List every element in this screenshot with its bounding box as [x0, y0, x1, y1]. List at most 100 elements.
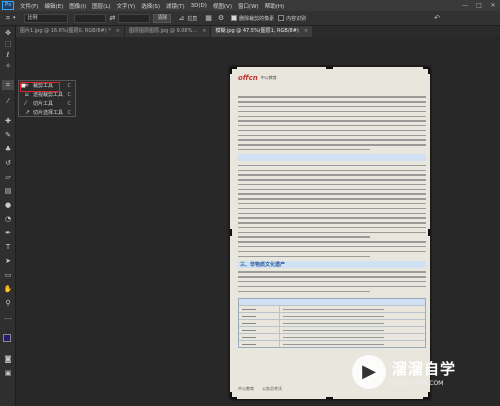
straighten-icon[interactable]: ⊿ — [178, 14, 184, 22]
watermark: ▶ 溜溜自学 ZIXUE.3066.COM — [352, 350, 500, 394]
ps-logo: Ps — [2, 1, 14, 10]
quick-mask-icon[interactable]: ◙ — [2, 354, 14, 364]
chevron-down-icon[interactable]: ▾ — [13, 15, 16, 21]
blur-tool-icon[interactable]: ● — [2, 200, 14, 210]
reset-icon[interactable]: ↶ — [434, 14, 440, 22]
shortcut-key: C — [67, 91, 72, 98]
more-tools-icon[interactable]: … — [2, 312, 14, 322]
tab-label: 图片1.jpg @ 16.6%(图层0, RGB/8#) * — [20, 28, 111, 34]
maximize-button[interactable]: □ — [472, 2, 486, 9]
close-button[interactable]: ✕ — [486, 2, 500, 9]
eraser-tool-icon[interactable]: ▱ — [2, 172, 14, 182]
menu-select[interactable]: 选择(S) — [138, 2, 163, 10]
flyout-item-label: 切片工具 — [33, 101, 54, 107]
path-select-icon[interactable]: ➤ — [2, 256, 14, 266]
stamp-tool-icon[interactable]: ♣ — [2, 144, 14, 154]
menu-type[interactable]: 文字(Y) — [114, 2, 139, 10]
crop-handle[interactable] — [326, 392, 333, 399]
dodge-tool-icon[interactable]: ◔ — [2, 214, 14, 224]
eyedropper-tool-icon[interactable]: ⁄ — [2, 96, 14, 106]
marquee-tool-icon[interactable]: ⬚ — [2, 39, 14, 49]
crop-handle[interactable] — [230, 67, 237, 74]
menu-filter[interactable]: 滤镜(T) — [163, 2, 188, 10]
section-heading: 三、非物质文化遗产 — [238, 261, 426, 268]
swap-icon[interactable]: ⇄ — [109, 14, 115, 22]
menu-help[interactable]: 帮助(H) — [262, 2, 287, 10]
healing-tool-icon[interactable]: ✚ — [2, 116, 14, 126]
tab-document-2[interactable]: 图层图层图层.jpg @ 9.08%... × — [124, 26, 212, 37]
clear-button[interactable]: 清除 — [153, 13, 172, 23]
type-tool-icon[interactable]: T — [2, 242, 14, 252]
pen-tool-icon[interactable]: ✒ — [2, 228, 14, 238]
slice-icon: ⁄ — [25, 100, 27, 107]
menu-file[interactable]: 文件(F) — [17, 2, 41, 10]
width-input[interactable] — [74, 13, 107, 23]
crop-handle[interactable] — [230, 392, 237, 399]
close-icon[interactable]: × — [116, 26, 120, 37]
section-heading — [238, 154, 426, 162]
slice-select-icon: ↗ — [25, 109, 31, 116]
close-icon[interactable]: × — [304, 26, 308, 37]
ratio-select[interactable]: 比例 — [24, 13, 69, 23]
tab-label: 图层图层图层.jpg @ 9.08%... — [128, 28, 198, 34]
tab-document-active[interactable]: 模糊.jpg @ 47.5%(图层1, RGB/8#) × — [211, 26, 313, 37]
footer-left: 中公教育 — [238, 386, 254, 391]
delete-pixels-label: 删除裁剪的像素 — [239, 15, 275, 22]
close-icon[interactable]: × — [202, 26, 206, 37]
tools-panel: ✥ ⬚ ℓ ✧ ⌗ ⁄ ✚ ✎ ♣ ↺ ▱ ▤ ● ◔ ✒ T ➤ ▭ ✋ ⚲ … — [0, 26, 16, 406]
photoshop-window: Ps 文件(F) 编辑(E) 图像(I) 图层(L) 文字(Y) 选择(S) 滤… — [0, 0, 500, 406]
foreground-color-swatch[interactable] — [3, 334, 11, 342]
magic-wand-tool-icon[interactable]: ✧ — [2, 61, 14, 71]
flyout-item-label: 透视裁剪工具 — [33, 92, 64, 98]
gradient-tool-icon[interactable]: ▤ — [2, 186, 14, 196]
move-tool-icon[interactable]: ✥ — [2, 28, 14, 38]
menu-3d[interactable]: 3D(D) — [188, 3, 210, 9]
hand-tool-icon[interactable]: ✋ — [2, 284, 14, 294]
history-brush-icon[interactable]: ↺ — [2, 158, 14, 168]
grid-overlay-icon[interactable]: ▦ — [205, 14, 212, 22]
zoom-tool-icon[interactable]: ⚲ — [2, 298, 14, 308]
document-table — [238, 297, 426, 348]
tab-document-1[interactable]: 图片1.jpg @ 16.6%(图层0, RGB/8#) * × — [16, 26, 125, 37]
delete-pixels-checkbox[interactable] — [231, 15, 238, 21]
lasso-tool-icon[interactable]: ℓ — [2, 50, 14, 60]
highlight-box — [20, 82, 60, 92]
section-heading — [238, 86, 426, 93]
shortcut-key: C — [67, 100, 72, 107]
menu-layer[interactable]: 图层(L) — [89, 2, 113, 10]
crop-icon[interactable]: ⌗ — [6, 14, 10, 23]
gear-icon[interactable]: ⚙ — [218, 14, 224, 22]
menu-bar: Ps 文件(F) 编辑(E) 图像(I) 图层(L) 文字(Y) 选择(S) 滤… — [0, 0, 500, 11]
watermark-title: 溜溜自学 — [392, 359, 457, 378]
crop-handle[interactable] — [326, 67, 333, 74]
tab-label: 模糊.jpg @ 47.5%(图层1, RGB/8#) — [215, 28, 299, 34]
menu-image[interactable]: 图像(I) — [66, 2, 89, 10]
content-aware-checkbox[interactable] — [278, 15, 285, 21]
options-bar: ⌗ ▾ 比例 ⇄ 清除 ⊿ 拉直 ▦ ⚙ 删除裁剪的像素 内容识别 ↶ — [0, 11, 500, 26]
footer-mid: 公务员考试 — [262, 386, 282, 391]
menu-window[interactable]: 窗口(W) — [235, 2, 262, 10]
flyout-item-slice-select[interactable]: ↗ 切片选择工具 C — [19, 108, 75, 117]
shape-tool-icon[interactable]: ▭ — [2, 270, 14, 280]
crop-handle[interactable] — [230, 229, 237, 236]
menu-view[interactable]: 视图(V) — [210, 2, 235, 10]
flyout-item-label: 切片选择工具 — [33, 110, 64, 116]
document-tabs: 图片1.jpg @ 16.6%(图层0, RGB/8#) * × 图层图层图层.j… — [16, 26, 500, 37]
brush-tool-icon[interactable]: ✎ — [2, 130, 14, 140]
brand-subtitle: 中公教育 — [260, 74, 277, 80]
shortcut-key: C — [67, 82, 72, 89]
minimize-button[interactable]: — — [458, 2, 472, 9]
watermark-logo-icon: ▶ — [352, 355, 386, 389]
menu-edit[interactable]: 编辑(E) — [41, 2, 66, 10]
screen-mode-icon[interactable]: ▣ — [2, 368, 14, 378]
brand-logo: offcn — [238, 73, 258, 82]
shortcut-key: C — [67, 109, 72, 116]
flyout-item-slice[interactable]: ⁄ 切片工具 C — [19, 99, 75, 108]
crop-handle[interactable] — [423, 67, 430, 74]
height-input[interactable] — [118, 13, 151, 23]
content-aware-label: 内容识别 — [286, 15, 307, 22]
straighten-label[interactable]: 拉直 — [187, 15, 197, 22]
crop-handle[interactable] — [423, 229, 430, 236]
crop-tool-icon[interactable]: ⌗ — [2, 80, 14, 90]
watermark-url: ZIXUE.3066.COM — [392, 379, 444, 387]
